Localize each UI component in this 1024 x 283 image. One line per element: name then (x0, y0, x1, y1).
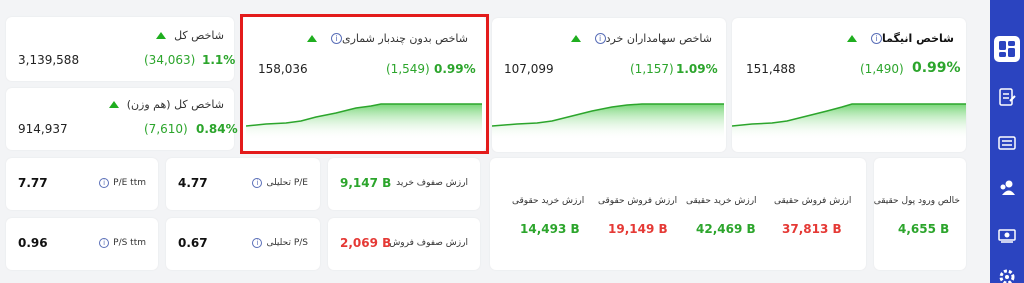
index-change: (1,490) (860, 62, 904, 76)
ticket-icon[interactable] (994, 130, 1020, 156)
flow-label-real-buy: ارزش خرید حقیقی (686, 196, 757, 206)
ratio-label: i P/E ttm (99, 178, 146, 188)
index-change: (34,063) (144, 53, 196, 67)
flow-value-real-buy: 42,469 B (696, 222, 756, 236)
up-arrow-icon (108, 101, 119, 108)
index-change: (1,157) (630, 62, 674, 76)
ratio-card-pe-ttm[interactable]: 7.77 i P/E ttm (6, 158, 158, 210)
ratio-card-pe-analytic[interactable]: 4.77 i P/E تحلیلی (166, 158, 320, 210)
flow-value-legal-sell: 19,149 B (608, 222, 668, 236)
sparkline-chart (246, 103, 482, 140)
index-change: (7,610) (144, 122, 188, 136)
dashboard-icon[interactable] (994, 36, 1020, 62)
index-value: 158,036 (258, 62, 308, 76)
index-change: (1,549) (386, 62, 430, 76)
index-value: 3,139,588 (18, 53, 80, 67)
index-title-text: شاخص کل (174, 29, 224, 42)
info-icon[interactable]: i (252, 238, 263, 248)
net-real-inflow-card[interactable]: خالص ورود پول حقیقی 4,655 B (874, 158, 966, 270)
ratio-label-text: P/E تحلیلی (266, 178, 308, 188)
info-icon[interactable]: i (870, 33, 882, 44)
flow-label-real-sell: ارزش فروش حقیقی (774, 196, 852, 206)
index-title-text: شاخص بدون چندبار شماری (341, 32, 468, 45)
index-title: شاخص سهامداران خرد i (563, 32, 712, 45)
net-inflow-value: 4,655 B (898, 222, 950, 236)
ratio-value: 0.67 (178, 236, 208, 250)
queue-value: 2,069 B (340, 236, 392, 250)
ratio-value: 4.77 (178, 176, 208, 190)
ratio-card-ps-analytic[interactable]: 0.67 i P/S تحلیلی (166, 218, 320, 270)
index-value: 914,937 (18, 122, 68, 136)
report-icon[interactable] (994, 84, 1020, 110)
queue-card-buy[interactable]: 9,147 B ارزش صفوف خرید (328, 158, 480, 210)
queue-label: ارزش صفوف خرید (396, 178, 468, 188)
flow-value-real-sell: 37,813 B (782, 222, 842, 236)
ratio-label: i P/E تحلیلی (252, 178, 308, 188)
ratio-label: i P/S ttm (99, 238, 146, 248)
index-percent: 0.99% (434, 62, 476, 76)
sparkline-chart (732, 103, 966, 140)
ratio-label-text: P/S تحلیلی (266, 238, 308, 248)
index-card-free-float[interactable]: شاخص بدون چندبار شماری i 158,036 (1,549)… (242, 16, 486, 152)
up-arrow-icon (306, 35, 317, 42)
flow-label-legal-sell: ارزش فروش حقوقی (598, 196, 678, 206)
index-card-main[interactable]: شاخص کل 3,139,588 (34,063) 1.1% (6, 17, 236, 81)
index-title-text: شاخص سهامداران خرد (605, 32, 712, 45)
ratio-value: 0.96 (18, 236, 48, 250)
ratio-label-text: P/E ttm (113, 178, 146, 188)
flow-label-legal-buy: ارزش خرید حقوقی (512, 196, 585, 206)
money-icon[interactable] (994, 222, 1020, 248)
up-arrow-icon (156, 32, 167, 39)
info-icon[interactable]: i (594, 33, 606, 44)
index-percent: 1.1% (202, 53, 236, 67)
index-title: شاخص انیگما i (839, 32, 954, 45)
queue-value: 9,147 B (340, 176, 392, 190)
index-card-inigma[interactable]: شاخص انیگما i 151,488 (1,490) 0.99% (732, 18, 966, 152)
index-value: 151,488 (746, 62, 796, 76)
ratio-label-text: P/S ttm (113, 238, 146, 248)
index-title: شاخص بدون چندبار شماری i (299, 32, 468, 45)
index-title: شاخص کل (148, 29, 224, 42)
info-icon[interactable]: i (252, 178, 263, 188)
money-flow-card[interactable]: ارزش خرید حقوقی 14,493 B ارزش فروش حقوقی… (490, 158, 866, 270)
ratio-value: 7.77 (18, 176, 48, 190)
up-arrow-icon (846, 35, 857, 42)
index-title: شاخص کل (هم وزن) (101, 98, 224, 111)
settings-icon[interactable] (994, 264, 1020, 283)
index-title-text: شاخص کل (هم وزن) (126, 98, 224, 111)
ratio-label: i P/S تحلیلی (252, 238, 308, 248)
index-card-equal-weight[interactable]: شاخص کل (هم وزن) 914,937 (7,610) 0.84% (6, 88, 238, 150)
group-icon[interactable] (994, 174, 1020, 200)
up-arrow-icon (570, 35, 581, 42)
index-percent: 0.99% (912, 60, 961, 76)
index-percent: 1.09% (676, 62, 718, 76)
index-value: 107,099 (504, 62, 554, 76)
info-icon[interactable]: i (330, 33, 342, 44)
index-card-retail-holders[interactable]: شاخص سهامداران خرد i 107,099 (1,157) 1.0… (492, 18, 726, 152)
index-percent: 0.84% (196, 122, 238, 136)
queue-label: ارزش صفوف فروش (389, 238, 468, 248)
sidebar (990, 0, 1024, 283)
info-icon[interactable]: i (99, 178, 110, 188)
info-icon[interactable]: i (99, 238, 110, 248)
sparkline-chart (492, 103, 724, 140)
index-title-text: شاخص انیگما (881, 32, 954, 45)
net-inflow-label: خالص ورود پول حقیقی (873, 196, 960, 206)
queue-card-sell[interactable]: 2,069 B ارزش صفوف فروش (328, 218, 480, 270)
ratio-card-ps-ttm[interactable]: 0.96 i P/S ttm (6, 218, 158, 270)
flow-value-legal-buy: 14,493 B (520, 222, 580, 236)
